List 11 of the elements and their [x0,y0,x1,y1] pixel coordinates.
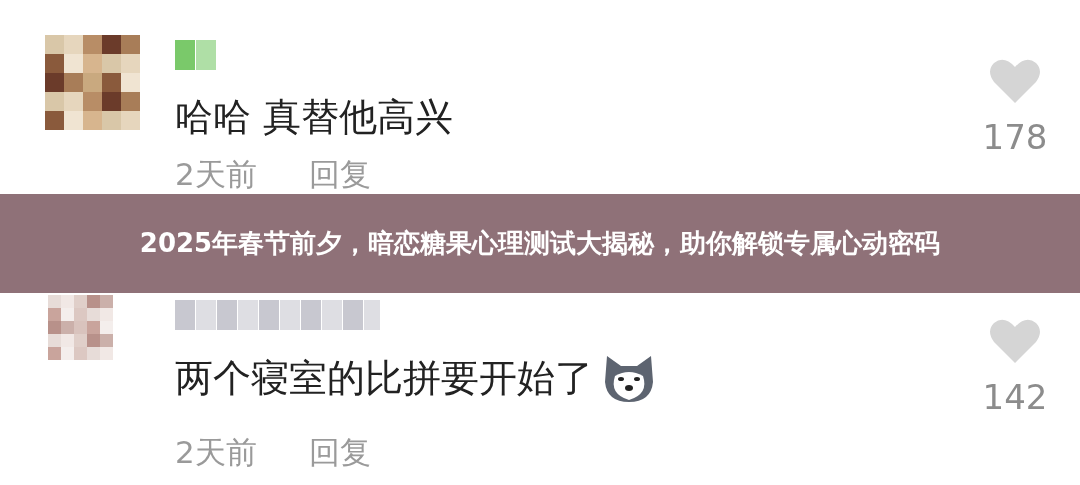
comment-time: 2天前 [175,159,257,190]
banner-title: 2025年春节前夕，暗恋糖果心理测试大揭秘，助你解锁专属心动密码 [139,226,941,260]
comment-text: 哈哈 真替他高兴 [175,94,455,141]
comment-text: 两个寝室的比拼要开始了 [175,352,950,404]
reply-link[interactable]: 回复 [308,159,371,190]
heart-icon[interactable] [988,57,1042,105]
heart-icon[interactable] [988,317,1042,365]
comment-time: 2天前 [175,433,257,472]
reply-link[interactable]: 回复 [308,432,371,474]
like-count: 178 [982,117,1048,157]
like-count: 142 [982,377,1048,417]
